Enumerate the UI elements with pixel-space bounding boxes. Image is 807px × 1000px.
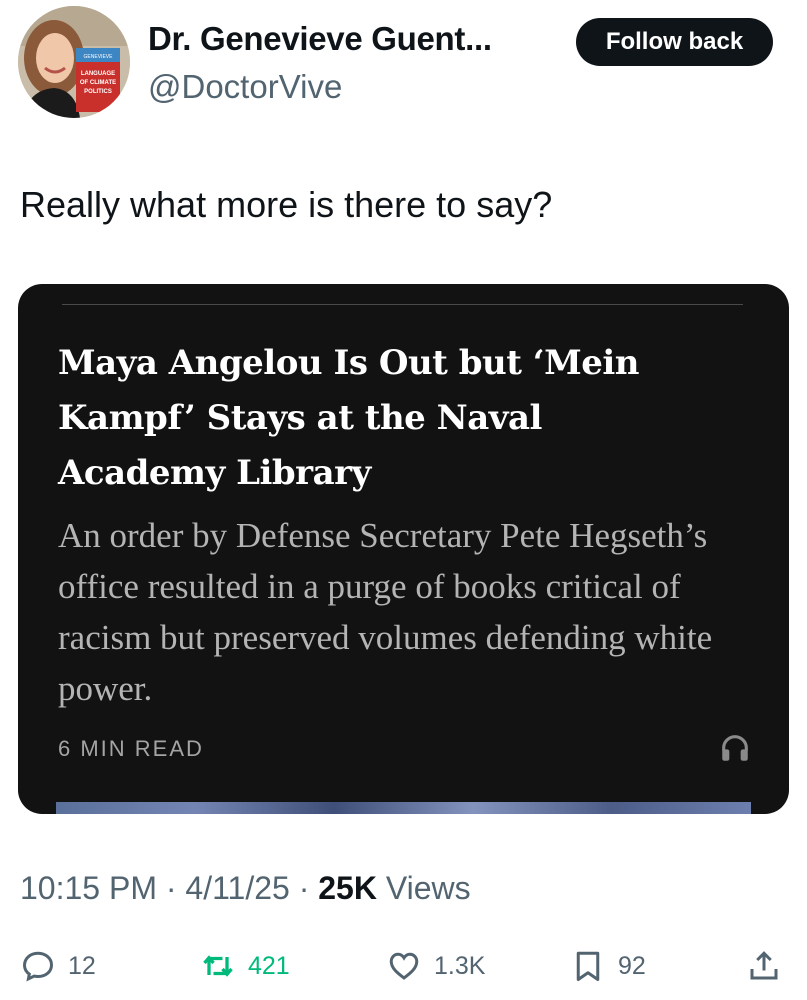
heart-icon [389, 952, 419, 980]
svg-text:GENEVIEVE: GENEVIEVE [84, 54, 114, 60]
meta-separator: · [165, 870, 177, 906]
reply-count: 12 [68, 951, 96, 980]
headphones-icon[interactable] [718, 731, 752, 765]
views-count: 25K [318, 870, 377, 906]
bookmark-count: 92 [618, 951, 646, 980]
tweet-date[interactable]: 4/11/25 [185, 870, 289, 906]
like-count: 1.3K [434, 951, 486, 980]
card-read-time: 6 MIN READ [58, 736, 204, 761]
card-headline: Maya Angelou Is Out but ‘Mein Kampf’ Sta… [58, 343, 639, 493]
article-card[interactable]: Maya Angelou Is Out but ‘Mein Kampf’ Sta… [18, 284, 789, 814]
svg-text:OF CLIMATE: OF CLIMATE [80, 80, 116, 86]
avatar-image: GENEVIEVE LANGUAGE OF CLIMATE POLITICS [18, 6, 130, 118]
follow-back-button[interactable]: Follow back [576, 18, 773, 66]
like-button[interactable]: 1.3K [386, 946, 485, 986]
share-button[interactable] [746, 946, 782, 986]
tweet-time[interactable]: 10:15 PM [20, 870, 157, 906]
bookmark-button[interactable]: 92 [570, 946, 646, 986]
card-image [56, 802, 751, 814]
reply-icon [22, 951, 54, 982]
avatar[interactable]: GENEVIEVE LANGUAGE OF CLIMATE POLITICS [18, 6, 130, 118]
tweet-meta: 10:15 PM · 4/11/25 · 25K Views [20, 870, 471, 907]
svg-text:LANGUAGE: LANGUAGE [81, 71, 115, 77]
retweet-icon [203, 955, 233, 977]
card-divider [62, 304, 743, 305]
author-handle[interactable]: @DoctorVive [148, 68, 342, 106]
tweet-text: Really what more is there to say? [20, 184, 553, 225]
card-summary: An order by Defense Secretary Pete Hegse… [58, 516, 713, 708]
author-name[interactable]: Dr. Genevieve Guent... [148, 20, 492, 58]
svg-text:POLITICS: POLITICS [84, 89, 112, 95]
share-icon [750, 951, 778, 980]
reply-button[interactable]: 12 [20, 946, 96, 986]
meta-separator: · [298, 870, 310, 906]
bookmark-icon [576, 951, 600, 981]
views-label: Views [385, 870, 471, 906]
retweet-button[interactable]: 421 [200, 946, 290, 986]
retweet-count: 421 [248, 951, 290, 980]
